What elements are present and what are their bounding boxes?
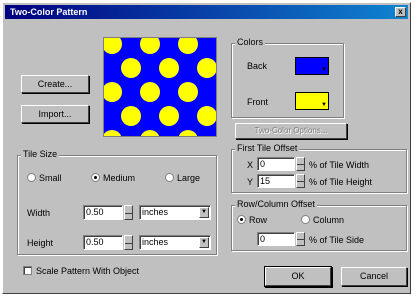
scale-with-object-label: Scale Pattern With Object: [36, 266, 140, 276]
pattern-dot: [178, 82, 198, 102]
pattern-dot: [121, 106, 141, 126]
x-offset-spinner[interactable]: [296, 157, 305, 171]
width-units-dropdown[interactable]: inches ▼: [139, 205, 211, 220]
title-bar: Two-Color Pattern x: [5, 5, 408, 19]
colors-group-label: Colors: [235, 37, 266, 47]
two-color-pattern-dialog: Two-Color Pattern x Create... Import... …: [2, 2, 411, 294]
tile-size-group-label: Tile Size: [21, 149, 60, 159]
height-input[interactable]: 0.50: [83, 235, 123, 250]
y-offset-input[interactable]: 15: [257, 174, 295, 188]
width-input[interactable]: 0.50: [83, 205, 123, 220]
tile-size-medium-label: Medium: [103, 173, 136, 183]
x-offset-label: X: [247, 160, 254, 170]
width-units-value: inches: [142, 207, 169, 217]
dropdown-arrow-icon: ▼: [321, 102, 327, 108]
scale-with-object-checkbox[interactable]: [23, 266, 32, 275]
offset-row-radio[interactable]: [237, 215, 246, 224]
height-units-dropdown[interactable]: inches ▼: [139, 235, 211, 250]
tile-size-small-radio[interactable]: [27, 173, 36, 182]
ok-button[interactable]: OK: [265, 267, 331, 286]
pattern-preview: [103, 37, 217, 137]
close-icon: x: [398, 7, 403, 16]
row-column-offset-input[interactable]: 0: [257, 232, 295, 246]
pattern-dots: [104, 38, 216, 136]
pattern-dot: [159, 106, 179, 126]
height-spinner[interactable]: [124, 235, 133, 250]
x-offset-suffix: % of Tile Width: [309, 160, 370, 170]
pattern-dot: [140, 82, 160, 102]
x-offset-input[interactable]: 0: [257, 157, 295, 171]
tile-size-large-radio[interactable]: [165, 173, 174, 182]
back-color-label: Back: [247, 61, 268, 71]
close-button[interactable]: x: [395, 7, 406, 17]
width-label: Width: [27, 208, 51, 218]
offset-column-radio[interactable]: [301, 215, 310, 224]
tile-size-large-label: Large: [177, 173, 201, 183]
chevron-down-icon: ▼: [199, 237, 209, 248]
tile-size-small-label: Small: [39, 173, 62, 183]
two-color-options-button[interactable]: Two-Color Options...: [235, 123, 347, 139]
create-button[interactable]: Create...: [21, 75, 89, 93]
y-offset-label: Y: [247, 177, 254, 187]
first-tile-offset-label: First Tile Offset: [235, 143, 300, 153]
y-offset-spinner[interactable]: [296, 174, 305, 188]
chevron-down-icon: ▼: [199, 207, 209, 218]
front-color-picker[interactable]: ▼: [295, 92, 329, 110]
import-button[interactable]: Import...: [21, 105, 89, 123]
dropdown-arrow-icon: ▼: [321, 67, 327, 73]
offset-column-label: Column: [313, 215, 345, 225]
width-spinner[interactable]: [124, 205, 133, 220]
row-column-offset-spinner[interactable]: [296, 232, 305, 246]
cancel-button[interactable]: Cancel: [341, 267, 407, 286]
height-units-value: inches: [142, 237, 169, 247]
y-offset-suffix: % of Tile Height: [309, 177, 373, 187]
back-color-picker[interactable]: ▼: [295, 57, 329, 75]
window-title: Two-Color Pattern: [10, 7, 88, 17]
height-label: Height: [27, 238, 54, 248]
tile-size-medium-radio[interactable]: [91, 173, 100, 182]
row-column-offset-suffix: % of Tile Side: [309, 235, 365, 245]
offset-row-label: Row: [249, 215, 268, 225]
row-column-offset-label: Row/Column Offset: [235, 199, 317, 209]
pattern-dot: [159, 58, 179, 78]
pattern-dot: [121, 58, 141, 78]
front-color-label: Front: [247, 97, 269, 107]
